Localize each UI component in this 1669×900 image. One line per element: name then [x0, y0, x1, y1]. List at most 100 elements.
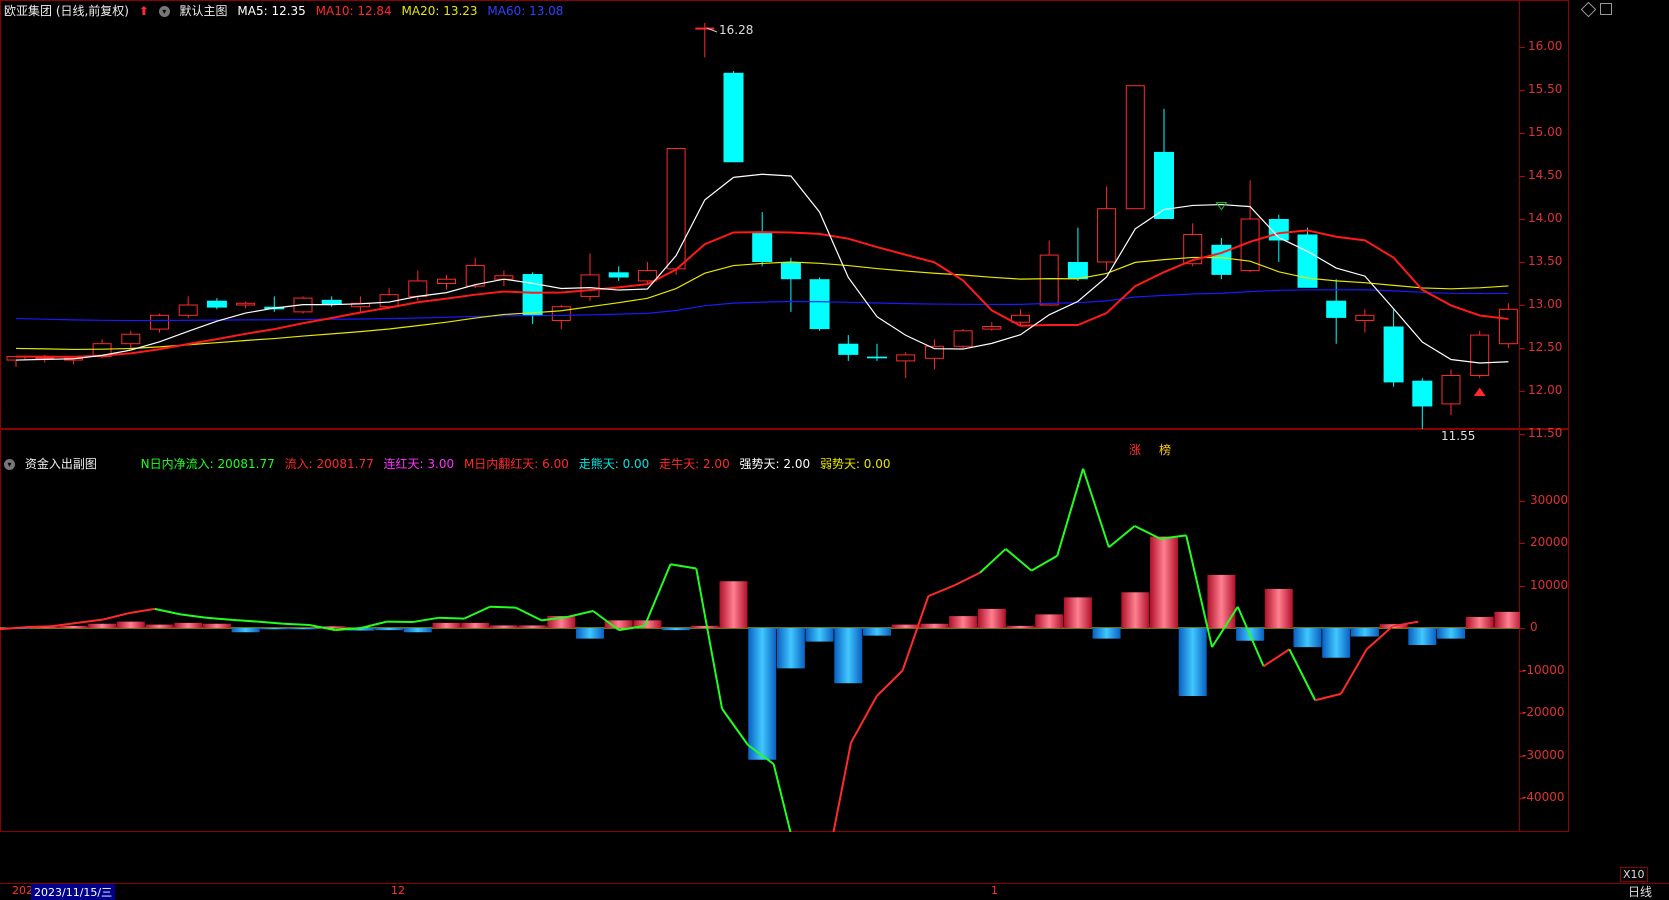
flow-tick-label: -30000 [1522, 748, 1565, 762]
flow-line-segment [232, 620, 258, 622]
bear-days-label: 走熊天: 0.00 [579, 457, 650, 471]
flow-bar[interactable] [375, 628, 403, 630]
flow-line-segment [1031, 556, 1057, 571]
flow-line-segment [284, 624, 310, 625]
chart-name[interactable]: 默认主图 [180, 4, 228, 18]
flow-bar[interactable] [1207, 575, 1235, 628]
flow-bar[interactable] [1121, 592, 1149, 628]
flow-line-segment [567, 611, 593, 617]
jan-label: 1 [991, 884, 998, 897]
collapse-icon[interactable] [1600, 3, 1612, 15]
flow-bar[interactable] [117, 622, 145, 628]
flow-bar[interactable] [1035, 614, 1063, 628]
flow-bar[interactable] [59, 626, 87, 628]
main-chart-header: 欧亚集团 (日线,前复权) ⬆ ▾ 默认主图 MA5: 12.35 MA10: … [4, 2, 569, 20]
flow-bar[interactable] [1494, 612, 1520, 628]
price-tick-mark [1519, 434, 1525, 435]
price-tick-label: 15.00 [1528, 125, 1562, 139]
flow-line-segment [464, 607, 490, 619]
strong-days-label: 强势天: 2.00 [740, 457, 811, 471]
ma10-label: MA10: 12.84 [316, 4, 392, 18]
flow-bar[interactable] [978, 609, 1006, 628]
flow-bar[interactable] [1265, 589, 1293, 628]
flow-bar[interactable] [1294, 628, 1322, 647]
flow-line-segment [825, 743, 851, 832]
year-label: 202 [12, 884, 33, 897]
flow-bar[interactable] [232, 628, 260, 632]
flow-line-segment [413, 618, 439, 622]
bang-badge[interactable]: 榜 [1159, 441, 1171, 458]
flow-tick-label: 10000 [1530, 578, 1568, 592]
price-tick-mark [1519, 348, 1525, 349]
flow-tick-label: -10000 [1522, 663, 1565, 677]
flow-bar[interactable] [834, 628, 862, 683]
flow-bar[interactable] [203, 624, 231, 628]
flow-bar[interactable] [691, 626, 719, 628]
sub-chart-name[interactable]: 资金入出副图 [25, 457, 97, 471]
flow-bar[interactable] [777, 628, 805, 668]
flow-tick-mark [1519, 628, 1525, 629]
flow-line-segment [1135, 526, 1161, 539]
flow-bar[interactable] [1007, 626, 1035, 628]
flow-bar[interactable] [1437, 628, 1465, 639]
flow-bar[interactable] [892, 625, 920, 628]
flow-bar[interactable] [1093, 628, 1121, 639]
flow-bar[interactable] [260, 628, 288, 629]
flow-bar[interactable] [806, 628, 834, 642]
flow-bar[interactable] [1408, 628, 1436, 645]
flow-bar[interactable] [433, 623, 461, 628]
flow-line-segment [1315, 694, 1341, 700]
chart-menu-icon[interactable]: ▾ [159, 6, 170, 17]
flow-bar[interactable] [1322, 628, 1350, 658]
flow-line-segment [181, 614, 207, 617]
flow-bar[interactable] [662, 628, 690, 630]
flow-line-segment [129, 609, 155, 613]
flow-bar[interactable] [1351, 628, 1379, 637]
flow-tick-label: -20000 [1522, 705, 1565, 719]
flow-bar[interactable] [1466, 617, 1494, 628]
flow-bar[interactable] [949, 616, 977, 628]
flow-bar[interactable] [174, 623, 202, 628]
flow-line-segment [670, 564, 696, 568]
flow-line-segment [954, 573, 980, 586]
flow-tick-label: -40000 [1522, 790, 1565, 804]
diamond-icon[interactable] [1581, 2, 1597, 18]
flow-bar[interactable] [920, 624, 948, 628]
stock-title[interactable]: 欧亚集团 (日线,前复权) [4, 4, 129, 18]
price-tick-mark [1519, 133, 1525, 134]
flow-bar[interactable] [1150, 537, 1178, 628]
flow-bar[interactable] [146, 625, 174, 628]
flow-bar[interactable] [461, 623, 489, 628]
flow-bar[interactable] [519, 625, 547, 628]
flow-line-segment [1083, 469, 1109, 548]
sub-chart-menu-icon[interactable]: ▾ [4, 459, 15, 470]
flow-tick-mark [1519, 798, 1525, 799]
flow-bar[interactable] [1064, 597, 1092, 628]
flow-bar[interactable] [748, 628, 776, 760]
flow-line-segment [1006, 549, 1032, 571]
flow-line-segment [516, 608, 542, 621]
flow-bar[interactable] [576, 628, 604, 639]
price-tick-mark [1519, 219, 1525, 220]
flow-bar[interactable] [490, 625, 518, 628]
flow-line-segment [1057, 469, 1083, 556]
period-label[interactable]: 日线 [1628, 883, 1652, 900]
fund-flow-chart[interactable] [0, 0, 1520, 832]
flow-tick-mark [1519, 713, 1525, 714]
flow-bar[interactable] [404, 628, 432, 632]
zhang-badge[interactable]: 涨 [1129, 441, 1141, 458]
price-tick-mark [1519, 262, 1525, 263]
price-tick-label: 11.50 [1528, 426, 1562, 440]
price-tick-mark [1519, 305, 1525, 306]
zoom-label[interactable]: X10 [1620, 867, 1648, 882]
flow-bar[interactable] [720, 581, 748, 628]
flow-bar[interactable] [1179, 628, 1207, 696]
flow-bar[interactable] [88, 624, 116, 628]
flow-line-segment [851, 696, 877, 743]
flow-bar[interactable] [863, 628, 891, 636]
sub-chart-header: ▾ 资金入出副图 N日内净流入: 20081.77 流入: 20081.77 连… [4, 455, 897, 473]
high-price-label: 16.28 [719, 23, 753, 37]
up-arrow-icon: ⬆ [139, 4, 149, 18]
price-tick-mark [1519, 391, 1525, 392]
flow-bar[interactable] [289, 628, 317, 629]
